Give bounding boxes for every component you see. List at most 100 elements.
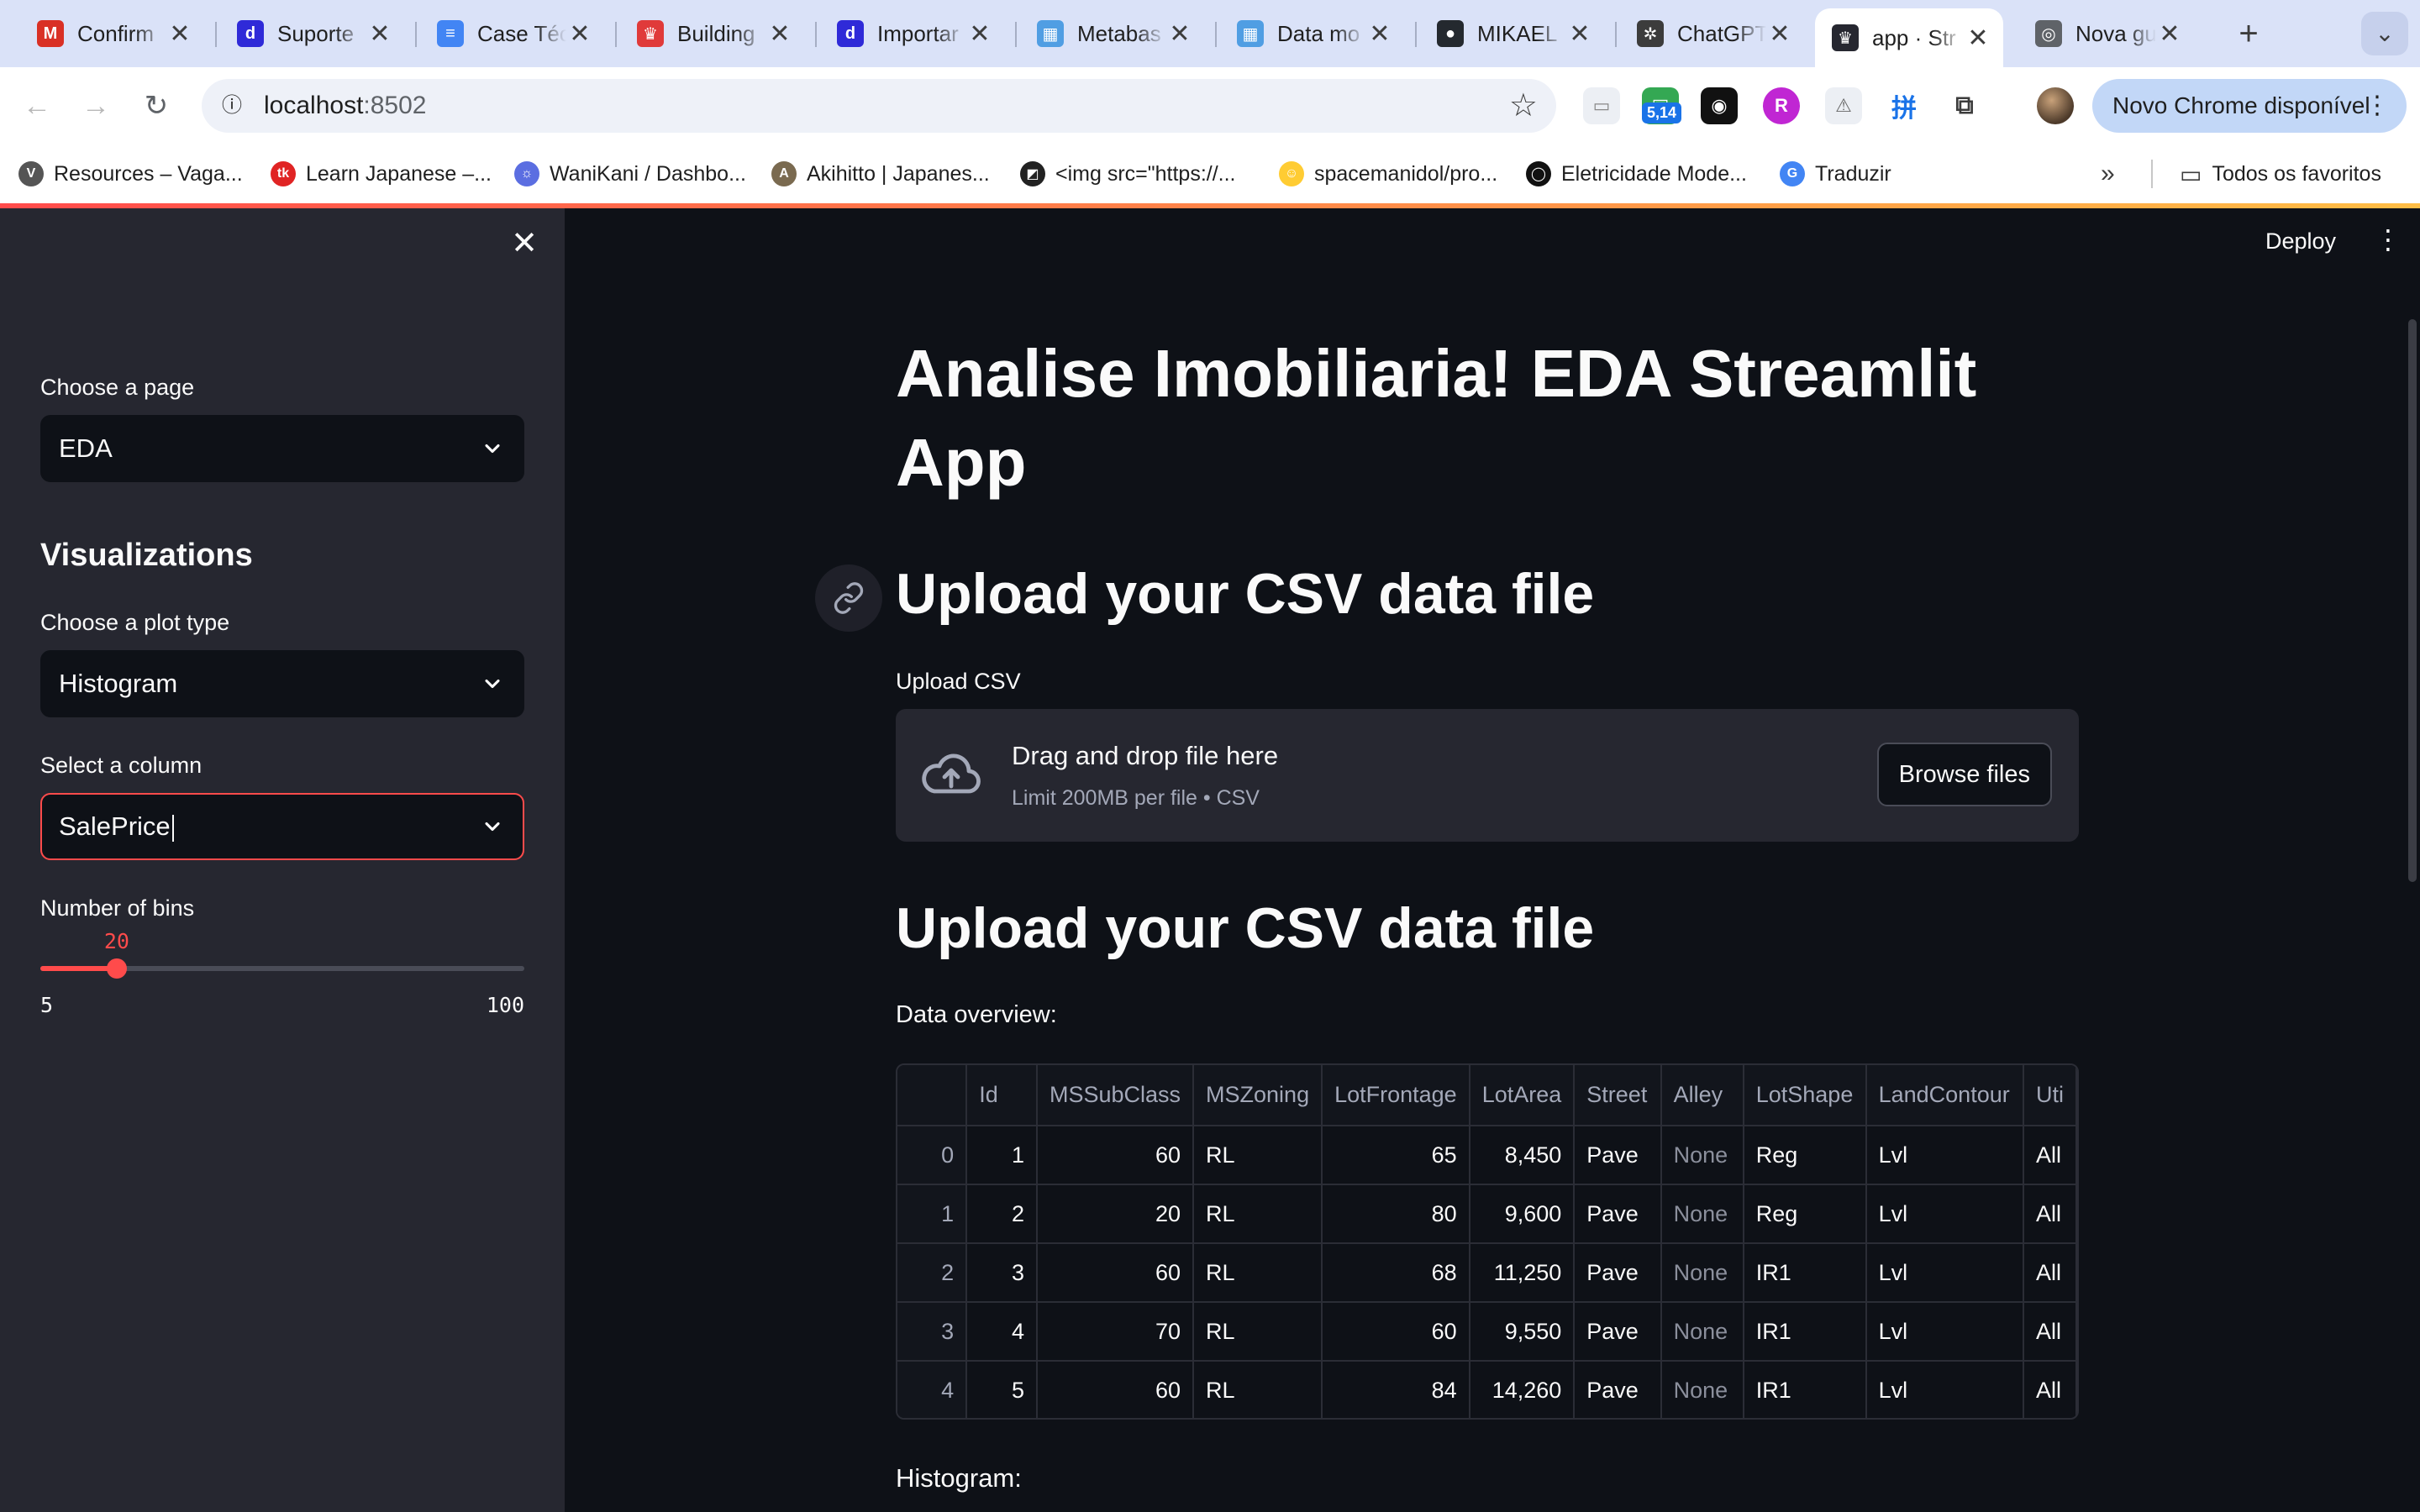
browser-tab[interactable]: ✲ ChatGPT ✕ bbox=[1620, 12, 1805, 55]
table-row[interactable]: 0 1 60 RL 65 8,450 Pave None Reg Lvl All bbox=[897, 1126, 2077, 1185]
bookmark-item[interactable]: G Traduzir bbox=[1780, 158, 1891, 190]
forward-button[interactable]: → bbox=[74, 84, 118, 128]
close-tab-icon[interactable]: ✕ bbox=[566, 19, 593, 49]
table-cell[interactable]: 60 bbox=[1322, 1302, 1470, 1362]
browser-tab[interactable]: ▦ Data mo ✕ bbox=[1220, 12, 1405, 55]
table-cell[interactable]: Pave bbox=[1574, 1243, 1662, 1303]
table-column-header[interactable]: LotArea bbox=[1469, 1065, 1576, 1126]
bookmark-item[interactable]: ◯ Eletricidade Mode... bbox=[1526, 158, 1747, 190]
browse-files-button[interactable]: Browse files bbox=[1876, 743, 2052, 806]
table-cell[interactable]: 9,550 bbox=[1469, 1302, 1576, 1362]
table-row[interactable]: 4 5 60 RL 84 14,260 Pave None IR1 Lvl All bbox=[897, 1361, 2077, 1418]
table-cell[interactable]: All bbox=[2023, 1243, 2077, 1303]
table-cell[interactable]: All bbox=[2023, 1361, 2077, 1418]
more-bookmarks-button[interactable]: » bbox=[2101, 158, 2115, 190]
table-cell[interactable]: Lvl bbox=[1865, 1361, 2024, 1418]
table-cell[interactable]: Pave bbox=[1574, 1126, 1662, 1185]
bookmark-item[interactable]: ◩ <img src="https://... bbox=[1020, 158, 1236, 190]
bookmark-item[interactable]: tk Learn Japanese –... bbox=[271, 158, 492, 190]
table-cell[interactable]: RL bbox=[1193, 1361, 1323, 1418]
table-cell[interactable]: All bbox=[2023, 1302, 2077, 1362]
extension-glasses-icon[interactable]: ◉ bbox=[1701, 87, 1738, 124]
extensions-puzzle-icon[interactable]: ⧉ bbox=[1946, 87, 1983, 124]
table-cell[interactable]: 3 bbox=[966, 1243, 1038, 1303]
table-column-header[interactable]: LandContour bbox=[1865, 1065, 2024, 1126]
table-row-index[interactable]: 0 bbox=[897, 1126, 968, 1185]
table-cell[interactable]: Reg bbox=[1743, 1126, 1867, 1185]
close-tab-icon[interactable]: ✕ bbox=[2156, 19, 2183, 49]
data-overview-table[interactable]: Id MSSubClass MSZoning LotFrontage LotArea St… bbox=[896, 1063, 2079, 1420]
table-cell[interactable]: Lvl bbox=[1865, 1243, 2024, 1303]
column-select[interactable]: SalePrice bbox=[40, 793, 524, 860]
url-text[interactable]: localhost:8502 bbox=[264, 79, 426, 133]
table-column-header[interactable]: MSZoning bbox=[1193, 1065, 1323, 1126]
bookmark-star-icon[interactable]: ☆ bbox=[1509, 86, 1538, 126]
browser-tab[interactable]: ♛ Building ✕ bbox=[620, 12, 805, 55]
table-cell[interactable]: 5 bbox=[966, 1361, 1038, 1418]
table-column-header[interactable] bbox=[897, 1065, 968, 1126]
table-cell[interactable]: 11,250 bbox=[1469, 1243, 1576, 1303]
table-cell[interactable]: Lvl bbox=[1865, 1126, 2024, 1185]
close-tab-icon[interactable]: ✕ bbox=[1566, 19, 1593, 49]
browser-tab[interactable]: ♛ app · Str ✕ bbox=[1815, 8, 2003, 67]
table-cell[interactable]: RL bbox=[1193, 1243, 1323, 1303]
page-select[interactable]: EDA bbox=[40, 415, 524, 482]
table-cell[interactable]: None bbox=[1660, 1184, 1744, 1244]
file-dropzone[interactable]: Drag and drop file here Limit 200MB per … bbox=[896, 709, 2079, 842]
reload-button[interactable]: ↻ bbox=[134, 84, 178, 128]
table-cell[interactable]: None bbox=[1660, 1126, 1744, 1185]
table-cell[interactable]: 60 bbox=[1036, 1243, 1195, 1303]
table-column-header[interactable]: Street bbox=[1574, 1065, 1662, 1126]
close-tab-icon[interactable]: ✕ bbox=[966, 19, 993, 49]
table-cell[interactable]: Lvl bbox=[1865, 1302, 2024, 1362]
table-cell[interactable]: Pave bbox=[1574, 1184, 1662, 1244]
table-cell[interactable]: None bbox=[1660, 1302, 1744, 1362]
table-cell[interactable]: None bbox=[1660, 1361, 1744, 1418]
chrome-update-button[interactable]: Novo Chrome disponível ⋮ bbox=[2092, 79, 2407, 133]
chrome-menu-icon[interactable]: ⋮ bbox=[2365, 79, 2390, 133]
deploy-button[interactable]: Deploy bbox=[2265, 228, 2336, 255]
bookmark-item[interactable]: ☼ WaniKani / Dashbo... bbox=[514, 158, 746, 190]
tab-search-button[interactable]: ⌄ bbox=[2361, 12, 2408, 55]
bookmark-item[interactable]: ☺ spacemanidol/pro... bbox=[1279, 158, 1497, 190]
table-cell[interactable]: 60 bbox=[1036, 1361, 1195, 1418]
table-row[interactable]: 3 4 70 RL 60 9,550 Pave None IR1 Lvl All bbox=[897, 1302, 2077, 1362]
table-cell[interactable]: 84 bbox=[1322, 1361, 1470, 1418]
table-cell[interactable]: Lvl bbox=[1865, 1184, 2024, 1244]
table-column-header[interactable]: Id bbox=[966, 1065, 1038, 1126]
table-cell[interactable]: All bbox=[2023, 1126, 2077, 1185]
close-tab-icon[interactable]: ✕ bbox=[1166, 19, 1193, 49]
plot-type-select[interactable]: Histogram bbox=[40, 650, 524, 717]
table-cell[interactable]: Pave bbox=[1574, 1302, 1662, 1362]
table-cell[interactable]: 2 bbox=[966, 1184, 1038, 1244]
table-cell[interactable]: None bbox=[1660, 1243, 1744, 1303]
table-row-index[interactable]: 4 bbox=[897, 1361, 968, 1418]
close-tab-icon[interactable]: ✕ bbox=[766, 19, 793, 49]
table-cell[interactable]: RL bbox=[1193, 1126, 1323, 1185]
table-cell[interactable]: All bbox=[2023, 1184, 2077, 1244]
bins-slider[interactable] bbox=[40, 958, 524, 979]
browser-tab[interactable]: ≡ Case Téc ✕ bbox=[420, 12, 605, 55]
table-cell[interactable]: 20 bbox=[1036, 1184, 1195, 1244]
table-column-header[interactable]: LotShape bbox=[1743, 1065, 1867, 1126]
table-row-index[interactable]: 3 bbox=[897, 1302, 968, 1362]
close-tab-icon[interactable]: ✕ bbox=[1366, 19, 1393, 49]
column-select-value[interactable]: SalePrice bbox=[59, 795, 174, 858]
table-cell[interactable]: Pave bbox=[1574, 1361, 1662, 1418]
browser-tab[interactable]: d Importar ✕ bbox=[820, 12, 1005, 55]
table-cell[interactable]: 14,260 bbox=[1469, 1361, 1576, 1418]
browser-tab[interactable]: M Confirm ✕ bbox=[20, 12, 205, 55]
bookmark-item[interactable]: V Resources – Vaga... bbox=[18, 158, 243, 190]
bookmark-item[interactable]: A Akihitto | Japanes... bbox=[771, 158, 990, 190]
browser-tab[interactable]: ◎ Nova gu ✕ bbox=[2018, 12, 2195, 55]
extension-translate-icon[interactable]: 拼 bbox=[1886, 87, 1923, 124]
profile-avatar[interactable] bbox=[2037, 87, 2074, 124]
table-cell[interactable]: RL bbox=[1193, 1184, 1323, 1244]
table-column-header[interactable]: Uti bbox=[2023, 1065, 2077, 1126]
extension-warning-icon[interactable]: ⚠ bbox=[1825, 87, 1862, 124]
table-cell[interactable]: 8,450 bbox=[1469, 1126, 1576, 1185]
table-cell[interactable]: 9,600 bbox=[1469, 1184, 1576, 1244]
extension-purple-icon[interactable]: R bbox=[1763, 87, 1800, 124]
table-cell[interactable]: IR1 bbox=[1743, 1243, 1867, 1303]
table-cell[interactable]: 68 bbox=[1322, 1243, 1470, 1303]
